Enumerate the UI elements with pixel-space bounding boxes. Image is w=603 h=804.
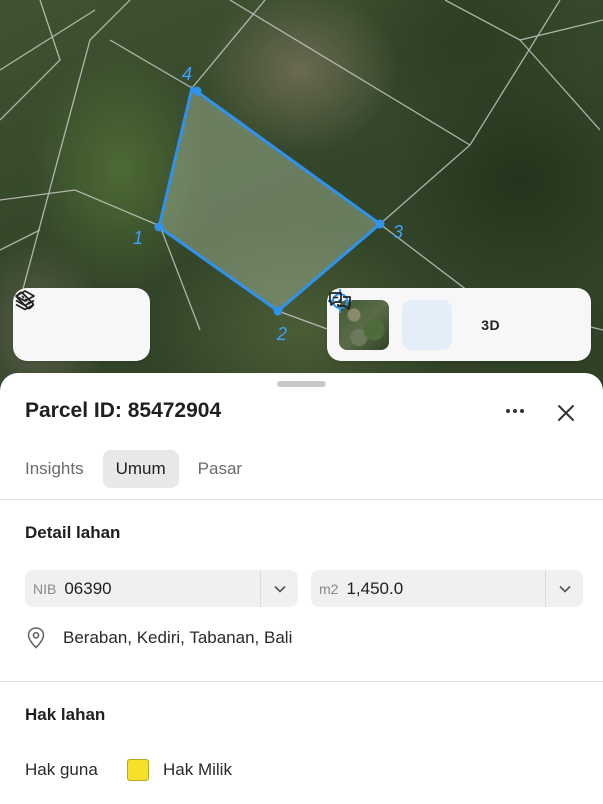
vertex-label-1: 1: [133, 228, 143, 248]
nib-field[interactable]: NIB 06390: [25, 570, 298, 607]
tab-umum[interactable]: Umum: [102, 450, 179, 488]
vertex-label-4: 4: [182, 64, 192, 84]
view-3d-label: 3D: [481, 316, 501, 333]
vertex-2[interactable]: [273, 306, 283, 316]
vertex-label-2: 2: [276, 324, 287, 344]
chat-feedback-icon: [329, 292, 351, 310]
view-3d-button[interactable]: 3D: [466, 300, 516, 350]
more-options-button[interactable]: [500, 399, 530, 423]
area-value: 1,450.0: [346, 578, 404, 598]
more-horizontal-icon: [506, 409, 524, 413]
divider: [0, 499, 603, 500]
satellite-map[interactable]: 1 2 3 4 3D: [0, 0, 603, 420]
vertex-1[interactable]: [154, 222, 164, 232]
land-right-type-value: Hak Milik: [163, 760, 232, 779]
area-field[interactable]: m2 1,450.0: [311, 570, 583, 607]
area-dropdown-toggle[interactable]: [545, 570, 583, 607]
chevron-down-icon: [558, 585, 571, 593]
feedback-button[interactable]: [329, 292, 579, 350]
tab-bar: Insights Umum Pasar: [12, 450, 255, 488]
location-pin-icon: [27, 627, 45, 649]
close-icon: [558, 405, 574, 421]
vertex-4[interactable]: [192, 86, 202, 96]
map-tools-right: 3D: [327, 288, 591, 361]
parcel-location: Beraban, Kediri, Tabanan, Bali: [25, 626, 292, 650]
location-text: Beraban, Kediri, Tabanan, Bali: [63, 628, 293, 647]
nib-dropdown-toggle[interactable]: [260, 570, 298, 607]
vertex-3[interactable]: [375, 219, 385, 229]
ruler-icon: [16, 291, 34, 310]
nib-value: 06390: [64, 578, 112, 598]
land-detail-heading: Detail lahan: [25, 523, 121, 542]
locate-button[interactable]: [328, 289, 453, 350]
land-right-color-swatch: [127, 759, 149, 781]
land-right-type-label: Hak guna: [25, 760, 98, 779]
area-unit-prefix: m2: [319, 580, 339, 597]
parcel-title: Parcel ID: 85472904: [25, 399, 222, 422]
land-rights-heading: Hak lahan: [25, 705, 106, 724]
tab-pasar[interactable]: Pasar: [185, 450, 255, 488]
tab-insights[interactable]: Insights: [12, 450, 97, 488]
sheet-drag-handle[interactable]: [277, 381, 326, 387]
measure-button[interactable]: [16, 291, 138, 350]
chevron-down-icon: [273, 585, 286, 593]
parcel-detail-sheet: Parcel ID: 85472904 Insights Umum Pasar …: [0, 373, 603, 804]
vertex-label-3: 3: [393, 222, 403, 242]
map-tools-left: [13, 288, 150, 361]
selected-parcel-polygon[interactable]: [157, 85, 383, 313]
divider: [0, 681, 603, 682]
close-button[interactable]: [552, 399, 580, 427]
nib-prefix: NIB: [33, 580, 57, 597]
